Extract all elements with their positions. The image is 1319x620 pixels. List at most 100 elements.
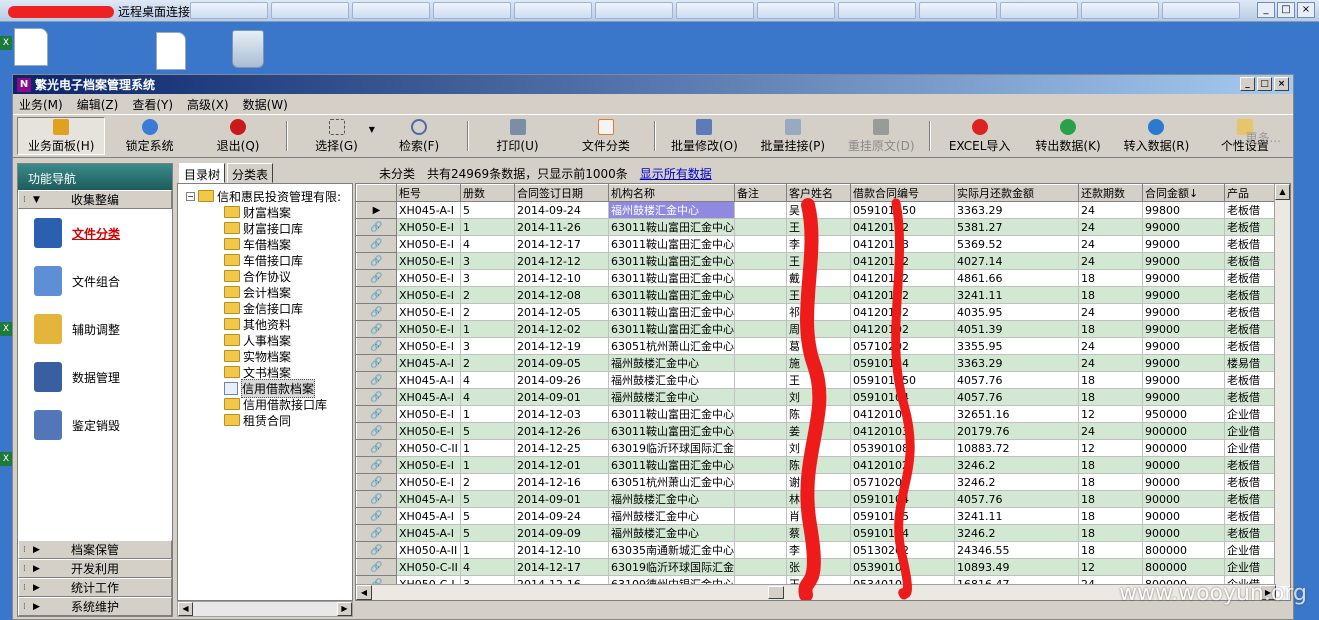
row-attachment-icon[interactable]: 🔗: [356, 490, 397, 508]
grid-vertical-scrollbar[interactable]: ▲: [1274, 184, 1290, 586]
table-cell[interactable]: 18: [1078, 388, 1143, 406]
table-cell[interactable]: XH050-E-I: [396, 269, 461, 287]
column-header[interactable]: 合同签订日期: [514, 184, 609, 202]
row-attachment-icon[interactable]: 🔗: [356, 524, 397, 542]
nav-item-file-combine[interactable]: 文件组合: [18, 257, 172, 305]
table-cell[interactable]: 99000: [1142, 320, 1225, 338]
table-cell[interactable]: [734, 524, 787, 542]
table-cell[interactable]: 4057.76: [954, 490, 1079, 508]
row-attachment-icon[interactable]: 🔗: [356, 439, 397, 457]
rdp-tab[interactable]: [595, 2, 673, 19]
table-cell[interactable]: 老板借: [1224, 320, 1275, 338]
rdp-tab[interactable]: [1162, 2, 1240, 19]
table-cell[interactable]: [734, 388, 787, 406]
table-cell[interactable]: 2014-12-26: [514, 422, 609, 440]
excel-desktop-icon[interactable]: X: [0, 36, 12, 50]
collapse-icon[interactable]: −: [186, 191, 195, 201]
rdp-tab[interactable]: [838, 2, 916, 19]
table-cell[interactable]: 陈: [786, 405, 851, 423]
column-header[interactable]: 还款期数: [1078, 184, 1143, 202]
table-cell[interactable]: 福州鼓楼汇金中心: [608, 371, 735, 389]
table-cell[interactable]: 1: [460, 405, 515, 423]
table-cell[interactable]: [734, 558, 787, 576]
table-cell[interactable]: 32651.16: [954, 405, 1079, 423]
table-cell[interactable]: 2014-11-26: [514, 218, 609, 236]
table-cell[interactable]: 2014-12-10: [514, 541, 609, 559]
table-cell[interactable]: 63011鞍山富田汇金中心: [608, 235, 735, 253]
reattach-original-button[interactable]: 重挂原文(D): [837, 117, 925, 155]
rdp-tab[interactable]: [1081, 2, 1159, 19]
batch-attach-button[interactable]: 批量挂接(P): [749, 117, 837, 155]
table-cell[interactable]: XH050-E-I: [396, 405, 461, 423]
table-cell[interactable]: 老板借: [1224, 269, 1275, 287]
table-cell[interactable]: 90000: [1142, 473, 1225, 491]
rdp-tab[interactable]: [919, 2, 997, 19]
table-cell[interactable]: 04120103: [850, 235, 955, 253]
nav-item-assist-adjust[interactable]: 辅助调整: [18, 305, 172, 353]
table-cell[interactable]: 05130202: [850, 541, 955, 559]
table-cell[interactable]: 18: [1078, 524, 1143, 542]
table-cell[interactable]: 谢: [786, 473, 851, 491]
table-cell[interactable]: 04120103: [850, 422, 955, 440]
table-cell[interactable]: [734, 422, 787, 440]
business-panel-button[interactable]: 业务面板(H): [17, 117, 106, 155]
menu-business[interactable]: 业务(M): [19, 96, 63, 113]
batch-edit-button[interactable]: 批量修改(O): [660, 117, 748, 155]
rdp-tab[interactable]: [1000, 2, 1078, 19]
table-cell[interactable]: 3355.95: [954, 337, 1079, 355]
table-cell[interactable]: 老板借: [1224, 218, 1275, 236]
table-cell[interactable]: 企业借: [1224, 541, 1275, 559]
table-cell[interactable]: 2014-12-17: [514, 235, 609, 253]
table-row[interactable]: 🔗 XH045-A-I 2 2014-09-05 福州鼓楼汇金中心 施 05910104 33…: [356, 354, 1275, 372]
table-row[interactable]: 🔗 XH045-A-I 5 2014-09-24 福州鼓楼汇金中心 肖 05910105 32…: [356, 507, 1275, 525]
table-cell[interactable]: 900000: [1142, 422, 1225, 440]
table-cell[interactable]: 63011鞍山富田汇金中心: [608, 303, 735, 321]
scroll-thumb[interactable]: [768, 586, 784, 599]
table-cell[interactable]: 2014-09-24: [514, 201, 609, 219]
table-cell[interactable]: 18: [1078, 473, 1143, 491]
table-row[interactable]: 🔗 XH050-C-II 1 2014-12-25 63019临沂环球国际汇金 刘 0539…: [356, 439, 1275, 457]
table-cell[interactable]: 2014-12-01: [514, 456, 609, 474]
table-cell[interactable]: 24346.55: [954, 541, 1079, 559]
column-header[interactable]: 备注: [734, 184, 787, 202]
table-cell[interactable]: 3241.11: [954, 286, 1079, 304]
column-header[interactable]: 客户姓名: [786, 184, 851, 202]
table-row[interactable]: 🔗 XH045-A-I 5 2014-09-01 福州鼓楼汇金中心 林 05910104 40…: [356, 490, 1275, 508]
table-cell[interactable]: 99000: [1142, 337, 1225, 355]
table-cell[interactable]: 3246.2: [954, 456, 1079, 474]
table-cell[interactable]: 04120102: [850, 286, 955, 304]
table-cell[interactable]: 63035南通新城汇金中心: [608, 541, 735, 559]
table-cell[interactable]: 福州鼓楼汇金中心: [608, 201, 735, 219]
table-cell[interactable]: [734, 507, 787, 525]
table-cell[interactable]: 99000: [1142, 354, 1225, 372]
table-cell[interactable]: 1: [460, 320, 515, 338]
table-cell[interactable]: [734, 541, 787, 559]
table-cell[interactable]: XH050-A-II: [396, 541, 461, 559]
table-row[interactable]: 🔗 XH050-E-I 1 2014-11-26 63011鞍山富田汇金中心 王 04120…: [356, 218, 1275, 236]
scroll-right-icon[interactable]: ▶: [337, 602, 352, 616]
table-cell[interactable]: 18: [1078, 456, 1143, 474]
tree-node[interactable]: 实物档案: [178, 348, 352, 364]
table-cell[interactable]: XH045-A-I: [396, 354, 461, 372]
table-cell[interactable]: 059101050: [850, 371, 955, 389]
table-cell[interactable]: 2014-12-03: [514, 405, 609, 423]
table-cell[interactable]: 5: [460, 201, 515, 219]
table-cell[interactable]: 3: [460, 252, 515, 270]
table-cell[interactable]: 林: [786, 490, 851, 508]
table-cell[interactable]: 04120102: [850, 252, 955, 270]
table-cell[interactable]: 2014-12-25: [514, 439, 609, 457]
minimize-button[interactable]: _: [1240, 77, 1255, 91]
table-cell[interactable]: XH045-A-I: [396, 490, 461, 508]
table-cell[interactable]: 800000: [1142, 558, 1225, 576]
table-cell[interactable]: 2014-09-01: [514, 388, 609, 406]
print-button[interactable]: 打印(U): [473, 117, 561, 155]
table-cell[interactable]: 04120102: [850, 456, 955, 474]
table-cell[interactable]: XH050-E-I: [396, 235, 461, 253]
rdp-tab[interactable]: [190, 2, 268, 19]
table-cell[interactable]: 63011鞍山富田汇金中心: [608, 286, 735, 304]
tree-node[interactable]: 合作协议: [178, 268, 352, 284]
table-cell[interactable]: [734, 303, 787, 321]
table-cell[interactable]: 24: [1078, 337, 1143, 355]
row-attachment-icon[interactable]: 🔗: [356, 235, 397, 253]
row-attachment-icon[interactable]: 🔗: [356, 473, 397, 491]
